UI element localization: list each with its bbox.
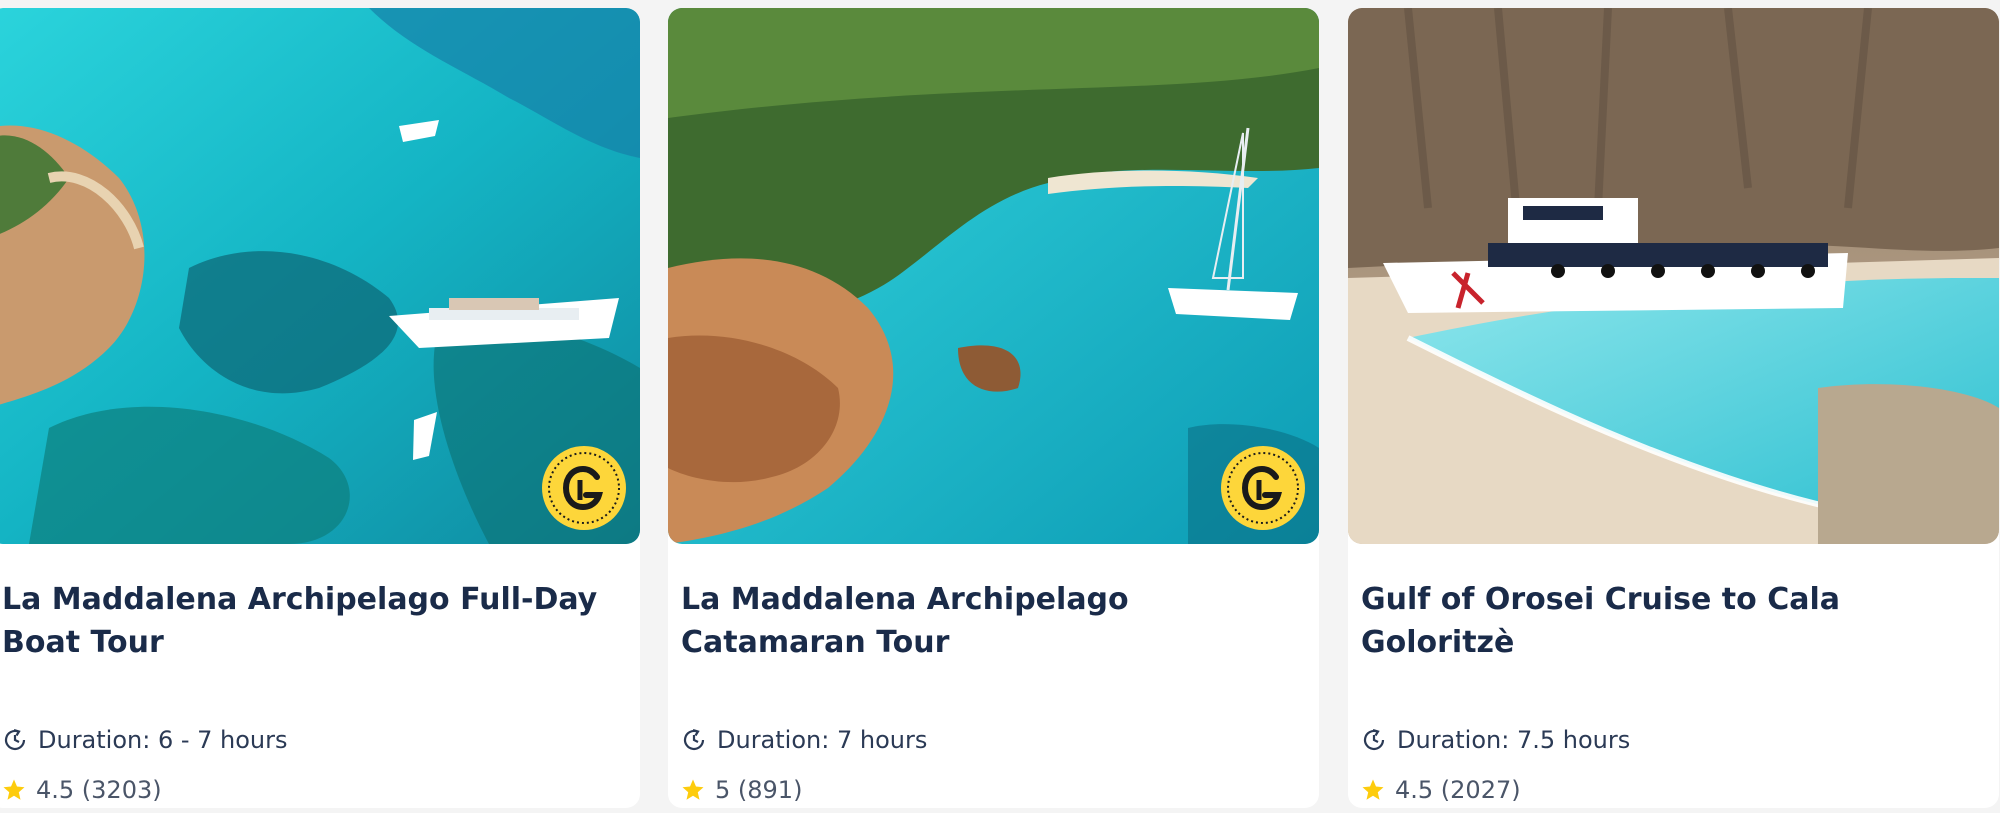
duration-clock-icon [683,728,705,751]
activity-title[interactable]: La Maddalena Archipelago Catamaran Tour [681,578,1301,664]
duration-text: Duration: 7 hours [717,726,928,754]
activity-card[interactable]: La Maddalena Archipelago Catamaran Tour … [668,8,1319,808]
activity-card-row: La Maddalena Archipelago Full-Day Boat T… [0,0,2000,813]
rating-text: 5 (891) [715,776,803,804]
activity-image[interactable] [0,8,640,544]
activity-rating: 5 (891) [681,776,802,804]
activity-duration: Duration: 7 hours [681,726,927,754]
duration-text: Duration: 7.5 hours [1397,726,1631,754]
star-icon [1362,779,1384,800]
getyourguide-original-badge-icon [542,446,626,530]
activity-duration: Duration: 6 - 7 hours [2,726,288,754]
rating-text: 4.5 (3203) [36,776,162,804]
activity-rating: 4.5 (3203) [2,776,162,804]
activity-rating: 4.5 (2027) [1361,776,1521,804]
star-icon [3,779,25,800]
duration-clock-icon [4,728,26,751]
activity-title[interactable]: Gulf of Orosei Cruise to Cala Goloritzè [1361,578,1981,664]
activity-title[interactable]: La Maddalena Archipelago Full-Day Boat T… [2,578,622,664]
activity-image[interactable] [1348,8,1999,544]
getyourguide-original-badge-icon [1221,446,1305,530]
activity-card[interactable]: Gulf of Orosei Cruise to Cala Goloritzè … [1348,8,1999,808]
activity-duration: Duration: 7.5 hours [1361,726,1630,754]
star-icon [682,779,704,800]
duration-clock-icon [1363,728,1385,751]
activity-card[interactable]: La Maddalena Archipelago Full-Day Boat T… [0,8,640,808]
duration-text: Duration: 6 - 7 hours [38,726,288,754]
activity-image[interactable] [668,8,1319,544]
rating-text: 4.5 (2027) [1395,776,1521,804]
